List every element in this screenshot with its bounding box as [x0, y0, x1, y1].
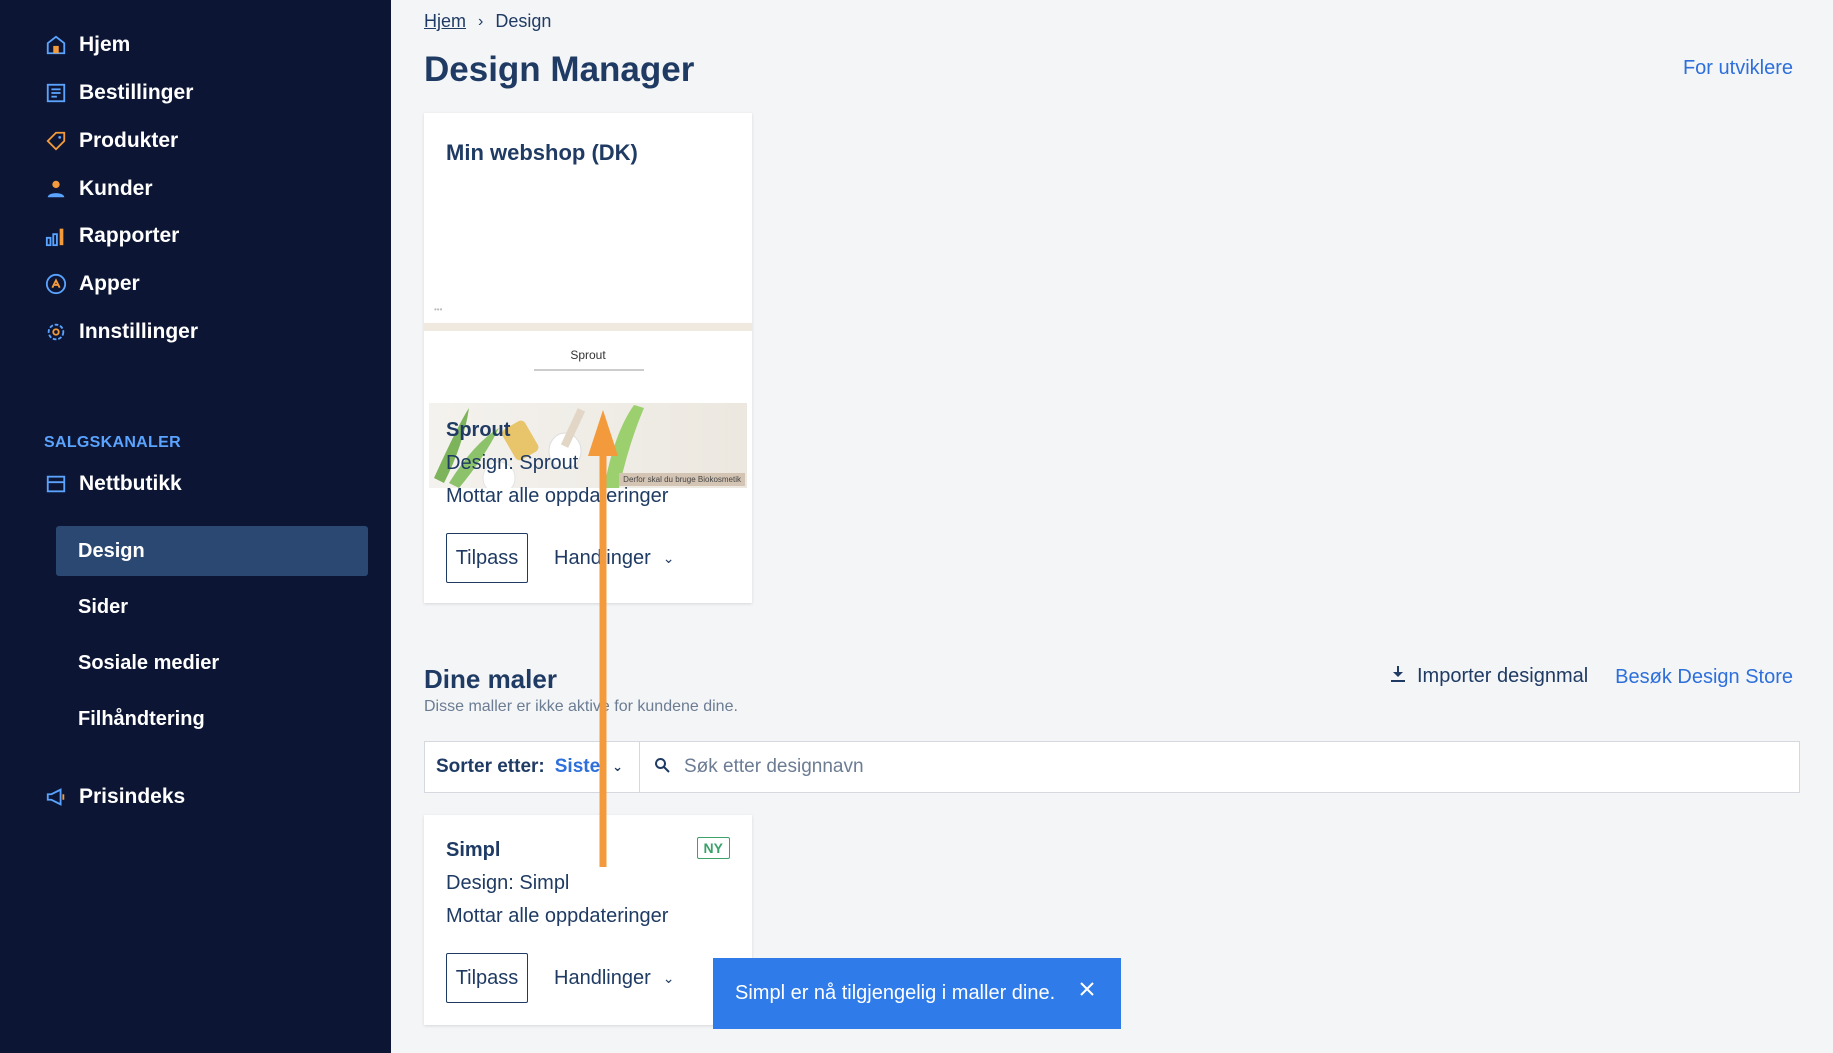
sidebar-subitem-label: Sosiale medier [78, 651, 220, 674]
breadcrumb-home-link[interactable]: Hjem [424, 11, 466, 32]
preview-nav [534, 369, 644, 371]
filter-bar: Sorter etter: Siste ⌄ [424, 741, 1800, 793]
actions-dropdown[interactable]: Handlinger ⌄ [554, 533, 674, 583]
page-title: Design Manager [424, 50, 695, 89]
main-content: Hjem › Design Design Manager For utvikle… [391, 0, 1833, 1053]
search-box [640, 742, 1799, 792]
preview-hero-image: Derfor skal du bruge Biokosmetik [429, 403, 747, 488]
sidebar-subitem-design[interactable]: Design [56, 526, 368, 576]
sidebar-item-label: Apper [79, 272, 140, 295]
close-icon[interactable] [1079, 980, 1095, 1003]
preview-topbar [424, 323, 752, 331]
template-card: Simpl NY Design: Simpl Mottar alle oppda… [424, 815, 752, 1025]
sidebar-item-rapporter[interactable]: Rapporter [44, 221, 179, 251]
chevron-right-icon: › [478, 12, 484, 30]
preview-logo: Sprout [570, 348, 606, 362]
template-update-line: Mottar alle oppdateringer [446, 905, 669, 927]
template-design-line: Design: Simpl [446, 872, 570, 894]
gear-icon [44, 320, 68, 344]
templates-subtitle: Disse maller er ikke aktive for kundene … [424, 698, 738, 715]
toast-notification: Simpl er nå tilgjengelig i maller dine. [713, 958, 1121, 1029]
sidebar-item-nettbutikk[interactable]: Nettbutikk [44, 469, 182, 499]
sidebar-item-label: Nettbutikk [79, 472, 182, 495]
chevron-down-icon: ⌄ [662, 969, 675, 986]
sidebar-item-produkter[interactable]: Produkter [44, 126, 178, 156]
sidebar-item-label: Hjem [79, 33, 131, 56]
sidebar-subitem-label: Filhåndtering [78, 707, 205, 730]
sidebar-subitem-label: Sider [78, 595, 129, 618]
theme-design-line: Design: Sprout [446, 452, 579, 474]
theme-name: Sprout [446, 419, 511, 441]
dots-icon: ••• [434, 305, 443, 314]
sidebar-item-label: Prisindeks [79, 785, 186, 808]
sidebar-item-label: Bestillinger [79, 81, 194, 104]
breadcrumb-current: Design [495, 11, 552, 31]
actions-label: Handlinger [554, 966, 651, 989]
apps-icon [44, 272, 68, 296]
search-icon [654, 757, 670, 778]
sidebar-subitem-filhandtering[interactable]: Filhåndtering [56, 694, 368, 744]
customize-button[interactable]: Tilpass [446, 953, 528, 1003]
user-icon [44, 177, 68, 201]
design-store-link[interactable]: Besøk Design Store [1615, 666, 1793, 689]
toast-message: Simpl er nå tilgjengelig i maller dine. [735, 982, 1056, 1004]
sidebar-subitem-sider[interactable]: Sider [56, 582, 368, 632]
home-icon [44, 33, 68, 57]
orders-icon [44, 81, 68, 105]
tag-icon [44, 129, 68, 153]
sidebar: Hjem Bestillinger Produkter Kunder Rappo… [0, 0, 391, 1053]
sidebar-item-label: Produkter [79, 129, 179, 152]
chevron-down-icon: ⌄ [662, 549, 675, 566]
sort-dropdown[interactable]: Sorter etter: Siste ⌄ [425, 742, 640, 792]
sidebar-item-innstillinger[interactable]: Innstillinger [44, 317, 198, 347]
template-name: Simpl [446, 839, 501, 861]
import-template-label: Importer designmal [1417, 665, 1589, 687]
store-icon [44, 472, 68, 496]
new-badge: NY [696, 837, 730, 859]
sidebar-item-bestillinger[interactable]: Bestillinger [44, 78, 193, 108]
templates-title: Dine maler [424, 664, 557, 694]
megaphone-icon [44, 785, 68, 809]
sort-label: Sorter etter: [436, 756, 545, 777]
search-input[interactable] [684, 756, 1684, 778]
import-template-button[interactable]: Importer designmal [1391, 665, 1588, 688]
sidebar-item-label: Rapporter [79, 224, 180, 247]
sidebar-item-apper[interactable]: Apper [44, 269, 140, 299]
actions-label: Handlinger [554, 546, 651, 569]
shop-name: Min webshop (DK) [446, 140, 638, 165]
chevron-down-icon: ⌄ [612, 759, 624, 774]
active-theme-card: Min webshop (DK) ••• Sprout Derfor skal … [424, 113, 752, 603]
actions-dropdown[interactable]: Handlinger ⌄ [554, 953, 674, 1003]
sidebar-item-label: Innstillinger [79, 320, 199, 343]
sidebar-item-prisindeks[interactable]: Prisindeks [44, 782, 185, 812]
customize-button[interactable]: Tilpass [446, 533, 528, 583]
sidebar-item-kunder[interactable]: Kunder [44, 174, 153, 204]
sidebar-subitem-label: Design [78, 539, 145, 562]
developers-link[interactable]: For utviklere [1683, 57, 1793, 80]
sidebar-item-label: Kunder [79, 177, 153, 200]
breadcrumb: Hjem › Design [424, 11, 551, 32]
sort-value: Siste [554, 756, 601, 777]
sidebar-item-hjem[interactable]: Hjem [44, 30, 130, 60]
bar-chart-icon [44, 224, 68, 248]
section-label-salgskanaler: SALGSKANALER [44, 434, 181, 451]
sidebar-subitem-sosiale-medier[interactable]: Sosiale medier [56, 638, 368, 688]
download-icon [1391, 665, 1405, 688]
theme-update-line: Mottar alle oppdateringer [446, 485, 669, 507]
